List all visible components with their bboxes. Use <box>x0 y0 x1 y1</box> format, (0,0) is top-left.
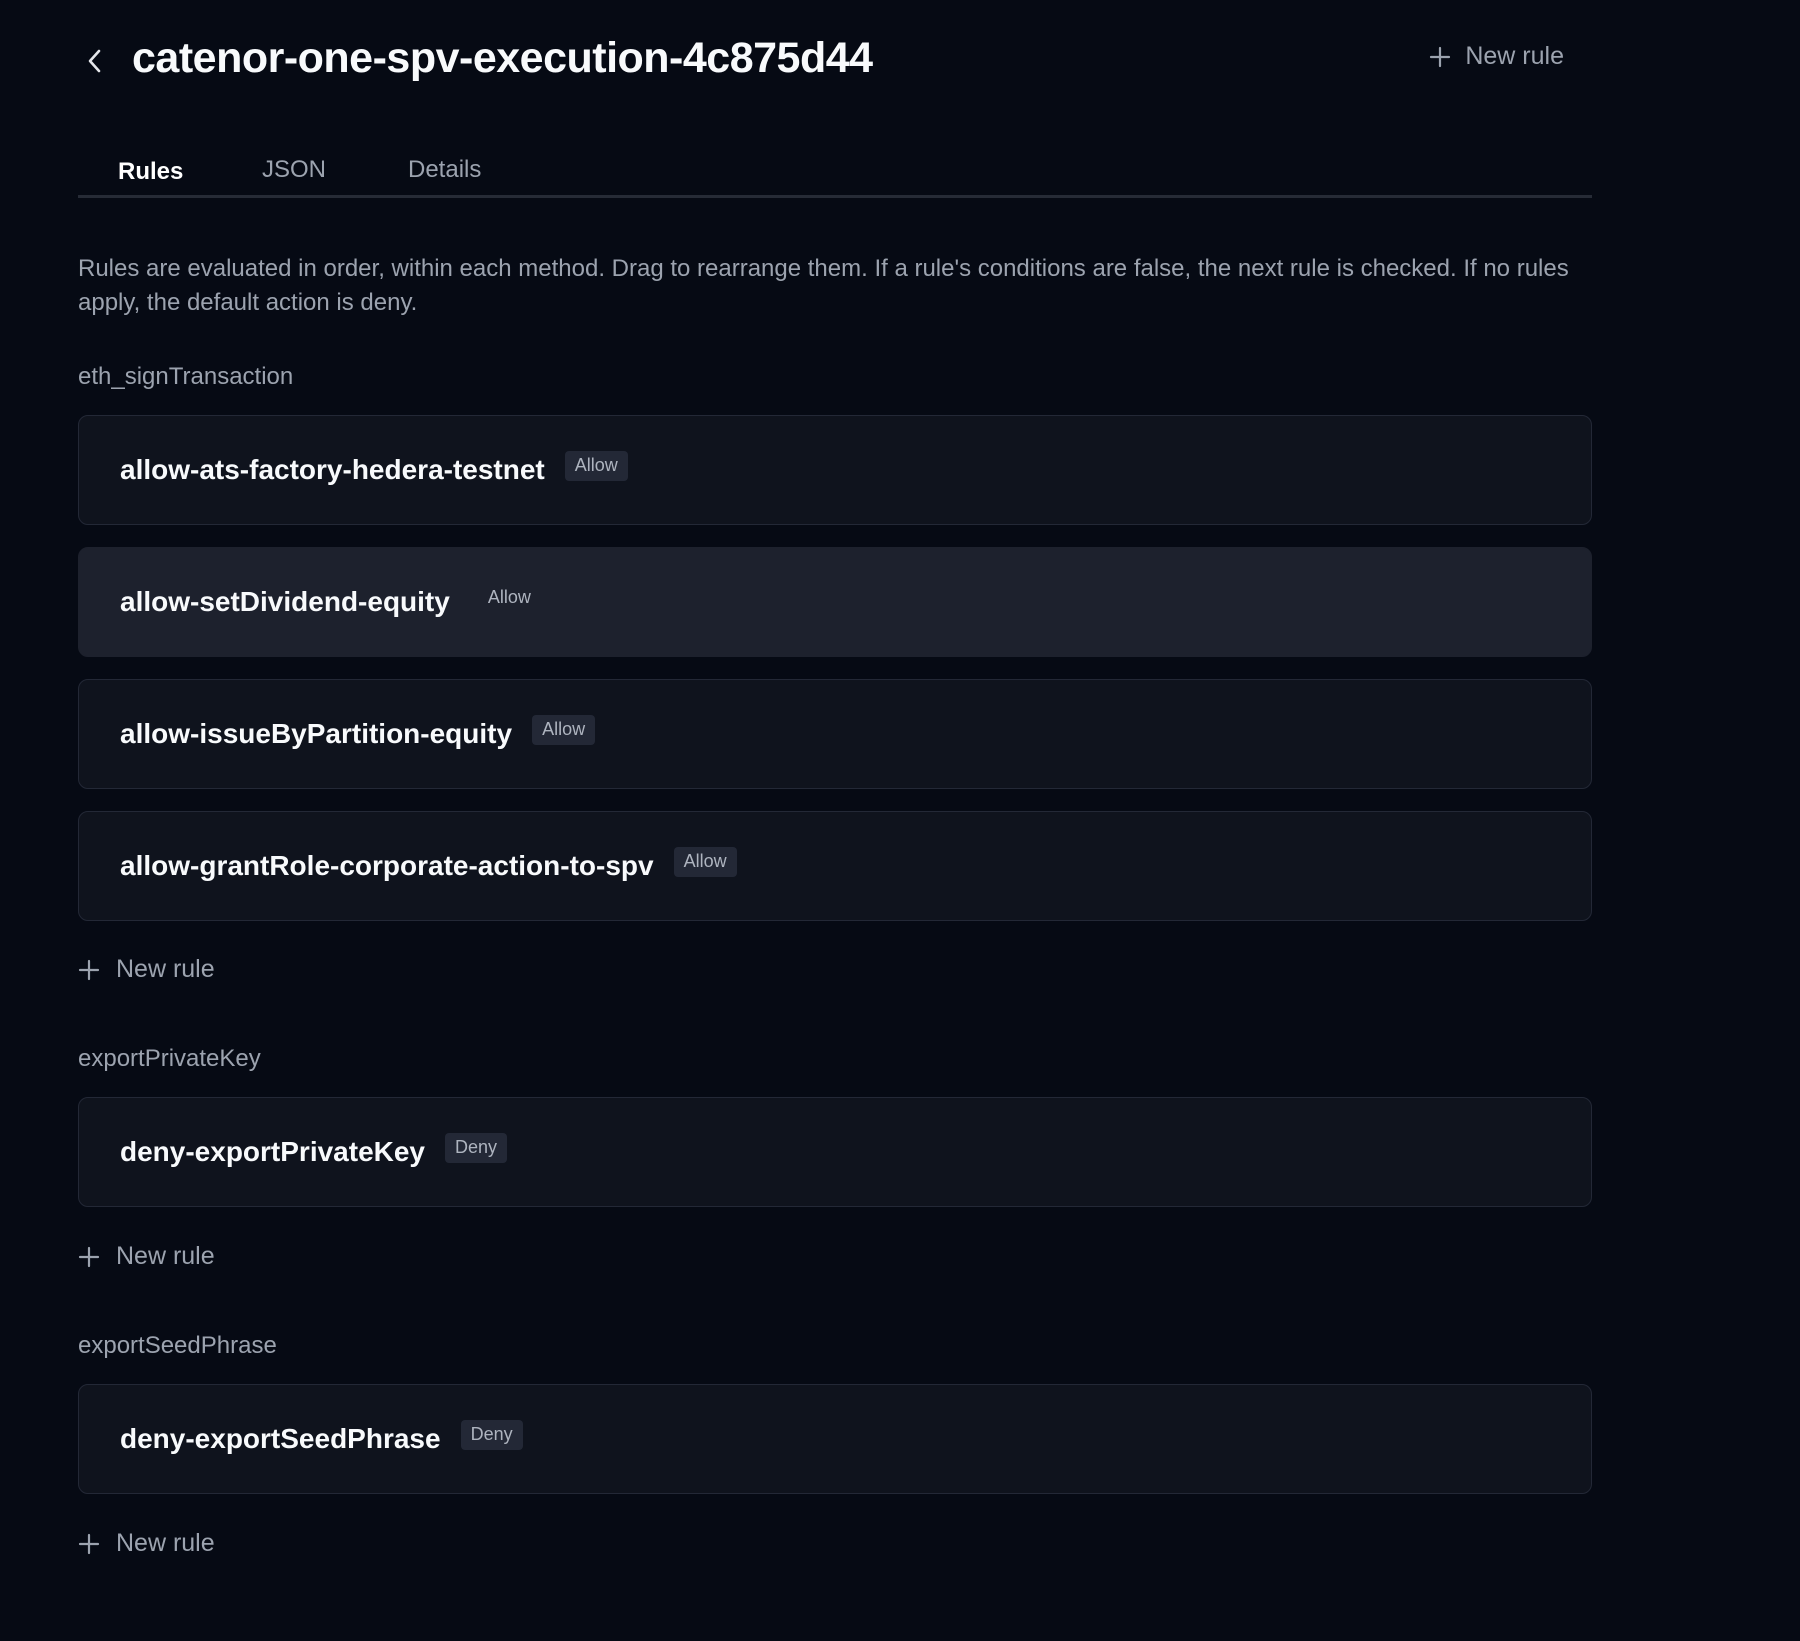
rule-name: allow-setDividend-equity <box>120 586 450 617</box>
plus-icon <box>1429 46 1451 68</box>
tab-json[interactable]: JSON <box>262 148 326 184</box>
section-label-exportprivatekey: exportPrivateKey <box>78 1045 261 1072</box>
rule-action-badge: Allow <box>673 847 737 877</box>
chevron-left-icon <box>87 48 103 74</box>
rule-name: deny-exportSeedPhrase <box>120 1423 441 1454</box>
page: catenor-one-spv-execution-4c875d44 New r… <box>0 0 1800 1641</box>
tab-bar: Rules JSON Details <box>78 140 1592 198</box>
back-button[interactable] <box>78 44 112 78</box>
tab-details[interactable]: Details <box>408 148 481 184</box>
rule-name: allow-ats-factory-hedera-testnet <box>120 454 545 485</box>
header-new-rule-button[interactable]: New rule <box>1429 42 1564 71</box>
rule-card[interactable]: allow-setDividend-equity Allow <box>78 547 1592 657</box>
rule-card[interactable]: allow-grantRole-corporate-action-to-spv … <box>78 811 1592 921</box>
header-new-rule-label: New rule <box>1465 42 1564 70</box>
plus-icon <box>78 1246 100 1268</box>
rule-card[interactable]: deny-exportSeedPhrase Deny <box>78 1384 1592 1494</box>
add-rule-button-exportseedphrase[interactable]: New rule <box>78 1529 215 1558</box>
rule-name: allow-grantRole-corporate-action-to-spv <box>120 850 654 881</box>
add-rule-label: New rule <box>116 1529 215 1557</box>
rule-card[interactable]: deny-exportPrivateKey Deny <box>78 1097 1592 1207</box>
add-rule-label: New rule <box>116 1242 215 1270</box>
plus-icon <box>78 959 100 981</box>
rule-card[interactable]: allow-issueByPartition-equity Allow <box>78 679 1592 789</box>
add-rule-label: New rule <box>116 955 215 983</box>
page-header: catenor-one-spv-execution-4c875d44 New r… <box>78 30 1592 90</box>
add-rule-button-exportprivatekey[interactable]: New rule <box>78 1242 215 1271</box>
rule-action-badge: Deny <box>445 1133 508 1163</box>
add-rule-button-eth-signtransaction[interactable]: New rule <box>78 955 215 984</box>
rule-action-badge: Deny <box>460 1420 523 1450</box>
rule-action-badge: Allow <box>532 715 596 745</box>
section-label-exportseedphrase: exportSeedPhrase <box>78 1332 277 1359</box>
plus-icon <box>78 1533 100 1555</box>
rule-name: deny-exportPrivateKey <box>120 1136 426 1167</box>
rules-description: Rules are evaluated in order, within eac… <box>78 255 1569 316</box>
rule-action-badge: Allow <box>564 451 628 481</box>
tab-rules[interactable]: Rules <box>118 150 183 186</box>
rule-name: allow-issueByPartition-equity <box>120 718 513 749</box>
rule-card[interactable]: allow-ats-factory-hedera-testnet Allow <box>78 415 1592 525</box>
section-label-eth-signtransaction: eth_signTransaction <box>78 363 294 390</box>
rule-action-badge: Allow <box>487 587 531 607</box>
page-title: catenor-one-spv-execution-4c875d44 <box>132 34 873 82</box>
